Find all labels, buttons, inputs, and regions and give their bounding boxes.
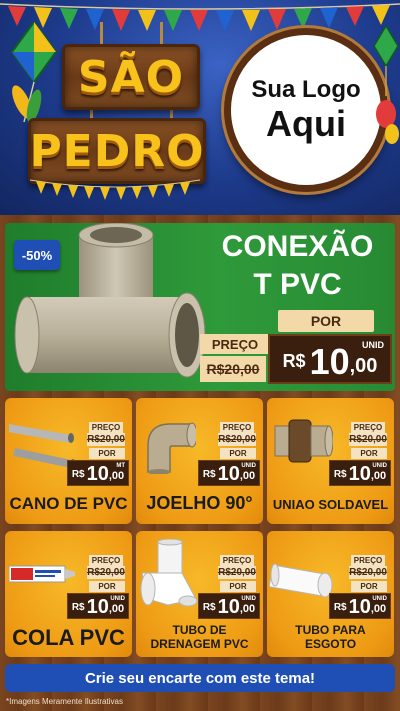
price-unit: UNID — [372, 463, 387, 469]
product-name-line-2: DRENAGEM PVC — [150, 637, 249, 652]
product-name-line-1: TUBO PARA — [295, 623, 366, 637]
hero-currency: R$ — [282, 351, 306, 371]
new-price: R$ 10 ,00 MT — [67, 460, 129, 486]
price-unit: UNID — [241, 596, 256, 602]
product-name: UNIAO SOLDAVEL — [272, 497, 389, 512]
old-price: R$20,00 — [349, 433, 387, 446]
discount-badge: -50% — [14, 240, 60, 270]
preco-label: PREÇO — [351, 422, 385, 433]
currency: R$ — [71, 469, 85, 480]
price-decimal: ,00 — [108, 603, 125, 615]
product-card-tubo-esgoto[interactable]: PREÇO R$20,00 POR R$ 10 ,00 UNID TUBO PA… — [267, 531, 394, 657]
price-decimal: ,00 — [239, 603, 256, 615]
price-integer: 10 — [217, 596, 240, 618]
price-integer: 10 — [348, 596, 371, 618]
kite-corn-decoration — [10, 22, 58, 122]
preco-label: PREÇO — [89, 555, 123, 566]
product-card-cano-pvc[interactable]: PREÇO R$20,00 POR R$ 10 ,00 MT CANO DE P… — [5, 398, 132, 524]
title-line-1: SÃO — [77, 51, 185, 103]
product-name: COLA PVC — [12, 625, 125, 650]
price-decimal: ,00 — [370, 470, 387, 482]
currency: R$ — [202, 602, 216, 613]
price-integer: 10 — [217, 463, 240, 485]
por-label: POR — [220, 581, 256, 592]
old-price: R$20,00 — [218, 566, 256, 579]
price-unit: UNID — [241, 463, 256, 469]
rope — [100, 22, 103, 46]
hero-title: CONEXÃO T PVC — [200, 228, 395, 303]
hero-price-tag: POR PREÇO R$20,00 R$ 10 ,00 UNID — [198, 310, 394, 384]
product-card-joelho[interactable]: PREÇO R$20,00 POR R$ 10 ,00 UNID JOELHO … — [136, 398, 263, 524]
price-decimal: ,00 — [239, 470, 256, 482]
price-unit: UNID — [110, 596, 125, 602]
price-integer: 10 — [86, 596, 109, 618]
new-price: R$ 10 ,00 UNID — [329, 593, 391, 619]
bunting-flags-small — [30, 179, 200, 200]
price-integer: 10 — [86, 463, 109, 485]
rope — [160, 22, 163, 46]
por-label: POR — [220, 448, 256, 459]
hero-por-label: POR — [278, 310, 374, 332]
old-price: R$20,00 — [87, 433, 125, 446]
old-price: R$20,00 — [87, 566, 125, 579]
hero-preco-label: PREÇO — [200, 334, 270, 354]
disclaimer-text: *Imagens Meramente Ilustrativas — [6, 697, 123, 706]
create-flyer-button[interactable]: Crie seu encarte com este tema! — [5, 664, 395, 692]
product-name: CANO DE PVC — [9, 494, 128, 513]
title-line-2: PEDRO — [29, 125, 205, 177]
product-name-line-1: TUBO DE — [172, 623, 227, 637]
preco-label: PREÇO — [89, 422, 123, 433]
product-card-tubo-drenagem[interactable]: PREÇO R$20,00 POR R$ 10 ,00 UNID TUBO DE… — [136, 531, 263, 657]
preco-label: PREÇO — [220, 555, 254, 566]
price-decimal: ,00 — [108, 470, 125, 482]
sewage-pipe-image — [269, 563, 333, 597]
new-price: R$ 10 ,00 UNID — [198, 460, 260, 486]
festival-header: SÃO PEDRO Sua Logo Aqui — [0, 0, 400, 215]
product-name: JOELHO 90° — [146, 493, 253, 513]
hero-title-line-2: T PVC — [253, 267, 342, 301]
old-price: R$20,00 — [218, 433, 256, 446]
new-price: R$ 10 ,00 UNID — [67, 593, 129, 619]
por-label: POR — [351, 581, 387, 592]
preco-label: PREÇO — [220, 422, 254, 433]
new-price: R$ 10 ,00 UNID — [198, 593, 260, 619]
title-sign-top: SÃO — [62, 44, 200, 110]
logo-placeholder: Sua Logo Aqui — [224, 28, 388, 192]
por-label: POR — [89, 581, 125, 592]
por-label: POR — [351, 448, 387, 459]
hero-price-decimal: ,00 — [349, 355, 378, 377]
logo-text-line-1: Sua Logo — [251, 76, 361, 104]
price-decimal: ,00 — [370, 603, 387, 615]
preco-label: PREÇO — [351, 555, 385, 566]
new-price: R$ 10 ,00 UNID — [329, 460, 391, 486]
union-fitting-image — [274, 419, 333, 463]
price-integer: 10 — [348, 463, 371, 485]
drainage-tee-image — [140, 539, 198, 607]
currency: R$ — [202, 469, 216, 480]
hero-title-line-1: CONEXÃO — [221, 230, 374, 263]
product-name: TUBO DE DRENAGEM PVC — [136, 623, 263, 652]
elbow-fitting-image — [147, 422, 196, 474]
hero-unit: UNID — [362, 340, 384, 350]
title-sign-bottom: PEDRO — [28, 118, 206, 184]
currency: R$ — [71, 602, 85, 613]
hero-new-price: R$ 10 ,00 UNID — [268, 334, 392, 384]
hero-old-price: R$20,00 — [200, 356, 266, 382]
balloon-decoration — [373, 26, 399, 144]
currency: R$ — [333, 602, 347, 613]
logo-text-line-2: Aqui — [266, 103, 346, 145]
old-price: R$20,00 — [349, 566, 387, 579]
product-card-uniao[interactable]: PREÇO R$20,00 POR R$ 10 ,00 UNID UNIAO S… — [267, 398, 394, 524]
price-unit: MT — [116, 463, 125, 469]
hero-price-integer: 10 — [309, 341, 350, 382]
glue-tube-image — [9, 565, 75, 583]
price-unit: UNID — [372, 596, 387, 602]
currency: R$ — [333, 469, 347, 480]
por-label: POR — [89, 448, 125, 459]
product-name: TUBO PARA ESGOTO — [267, 623, 394, 652]
product-name-line-2: ESGOTO — [304, 637, 357, 652]
product-card-cola-pvc[interactable]: PREÇO R$20,00 POR R$ 10 ,00 UNID COLA PV… — [5, 531, 132, 657]
